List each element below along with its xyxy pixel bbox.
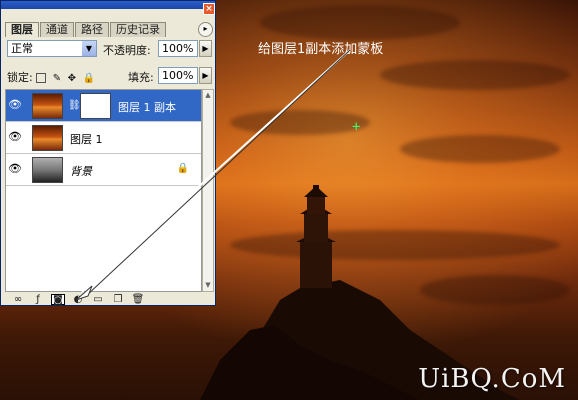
annotation-arrow xyxy=(75,49,351,301)
